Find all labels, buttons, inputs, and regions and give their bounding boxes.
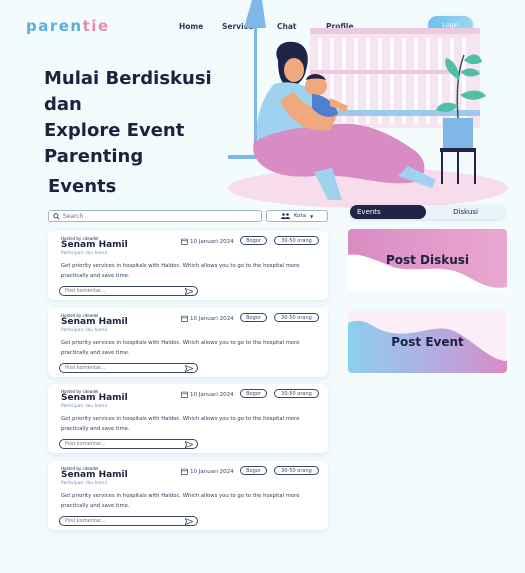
events-diskusi-toggle: Events Diskusi [350, 205, 505, 219]
nav-home[interactable]: Home [179, 22, 203, 31]
event-participants: Partisipan: ibu hamil [61, 481, 108, 486]
hero-illustration [228, 0, 508, 208]
event-title[interactable]: Senam Hamil [61, 393, 128, 403]
event-participants: Partisipan: ibu hamil [61, 328, 108, 333]
event-card[interactable]: Hosted by cdeadel Senam Hamil Partisipan: … [48, 461, 328, 530]
calendar-icon [181, 391, 188, 398]
comment-input[interactable] [65, 365, 180, 371]
event-capacity-badge: 30-50 orang [274, 389, 319, 398]
send-icon[interactable] [185, 441, 193, 448]
search-icon [53, 212, 60, 220]
event-capacity-badge: 30-50 orang [274, 466, 319, 475]
comment-field[interactable] [59, 439, 198, 449]
event-date: 10 Januari 2024 [181, 238, 234, 245]
post-event-label: Post Event [391, 335, 464, 349]
calendar-icon [181, 468, 188, 475]
event-date: 10 Januari 2024 [181, 391, 234, 398]
event-description: Get priority services in hospitals with … [61, 493, 300, 509]
event-participants: Partisipan: ibu hamil [61, 404, 108, 409]
send-icon[interactable] [185, 288, 193, 295]
event-date-text: 10 Januari 2024 [190, 238, 234, 245]
chevron-down-icon: ▼ [310, 213, 314, 219]
comment-field[interactable] [59, 363, 198, 373]
calendar-icon [181, 238, 188, 245]
send-icon[interactable] [185, 365, 193, 372]
post-diskusi-label: Post Diskusi [385, 253, 470, 267]
comment-field[interactable] [59, 286, 198, 296]
event-date: 10 Januari 2024 [181, 315, 234, 322]
event-description: Get priority services in hospitals with … [61, 340, 300, 356]
event-location-badge: Bogor [240, 389, 267, 398]
event-date: 10 Januari 2024 [181, 468, 234, 475]
event-description: Get priority services in hospitals with … [61, 263, 300, 279]
event-title[interactable]: Senam Hamil [61, 317, 128, 327]
event-capacity-badge: 30-50 orang [274, 313, 319, 322]
comment-field[interactable] [59, 516, 198, 526]
city-filter-dropdown[interactable]: Kota ▼ [266, 210, 328, 222]
event-capacity-badge: 30-50 orang [274, 236, 319, 245]
event-date-text: 10 Januari 2024 [190, 468, 234, 475]
logo[interactable]: parentie [26, 17, 110, 35]
page: parentie Home Services Chat Profile Logi… [0, 0, 525, 573]
event-participants: Partisipan: ibu hamil [61, 251, 108, 256]
city-filter-label: Kota [293, 213, 307, 219]
logo-part-2: tie [82, 17, 110, 35]
comment-input[interactable] [65, 518, 180, 524]
event-description: Get priority services in hospitals with … [61, 416, 300, 432]
event-card[interactable]: Hosted by cdeadel Senam Hamil Partisipan: … [48, 384, 328, 453]
send-icon[interactable] [185, 518, 193, 525]
event-card[interactable]: Hosted by cdeadel Senam Hamil Partisipan: … [48, 308, 328, 377]
people-icon [280, 213, 290, 219]
comment-input[interactable] [65, 288, 180, 294]
event-date-text: 10 Januari 2024 [190, 391, 234, 398]
event-card[interactable]: Hosted by cdeadel Senam Hamil Partisipan: … [48, 231, 328, 300]
post-event-card[interactable]: Post Event [348, 311, 507, 373]
event-title[interactable]: Senam Hamil [61, 470, 128, 480]
tab-diskusi[interactable]: Diskusi [426, 205, 505, 219]
post-diskusi-card[interactable]: Post Diskusi [348, 229, 507, 291]
event-location-badge: Bogor [240, 236, 267, 245]
event-title[interactable]: Senam Hamil [61, 240, 128, 250]
logo-part-1: paren [26, 17, 83, 35]
events-heading: Events [48, 176, 117, 197]
comment-input[interactable] [65, 441, 180, 447]
tab-events[interactable]: Events [350, 205, 426, 219]
hero-title: Mulai Berdiskusi dan Explore Event Paren… [44, 68, 212, 167]
event-date-text: 10 Januari 2024 [190, 315, 234, 322]
event-location-badge: Bogor [240, 313, 267, 322]
search-input[interactable] [63, 212, 253, 220]
calendar-icon [181, 315, 188, 322]
event-location-badge: Bogor [240, 466, 267, 475]
search-bar[interactable] [48, 210, 262, 222]
